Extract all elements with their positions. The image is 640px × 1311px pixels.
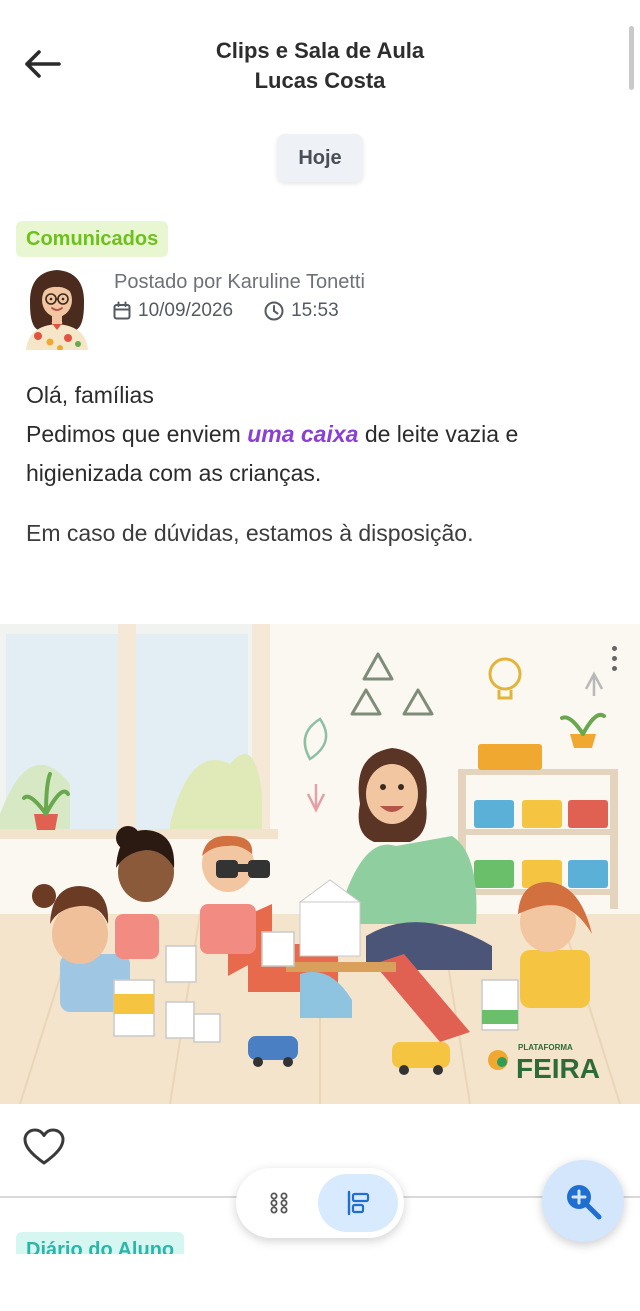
post-paragraph-2: Em caso de dúvidas, estamos à disposição… bbox=[26, 520, 474, 546]
dot bbox=[611, 655, 617, 661]
list-view-icon bbox=[347, 1190, 370, 1216]
title-line-2: Lucas Costa bbox=[254, 68, 386, 93]
clock-icon bbox=[264, 301, 284, 321]
post-date-value: 10/09/2026 bbox=[138, 300, 234, 321]
grid-view-button[interactable] bbox=[256, 1180, 302, 1226]
post-image[interactable]: PLATAFORMA FEIRA bbox=[0, 624, 640, 1104]
view-mode-toggle bbox=[236, 1168, 404, 1238]
image-logo-small: PLATAFORMA bbox=[518, 1043, 573, 1052]
post-body: Olá, famílias Pedimos que enviem uma cai… bbox=[26, 376, 616, 493]
post-time-value: 15:53 bbox=[291, 300, 339, 321]
post-date: 10/09/2026 bbox=[112, 300, 233, 322]
dot bbox=[611, 665, 617, 671]
like-button[interactable] bbox=[20, 1124, 68, 1170]
category-tag: Comunicados bbox=[16, 221, 169, 257]
page-title: Clips e Sala de Aula Lucas Costa bbox=[0, 36, 640, 96]
post-highlight: uma caixa bbox=[247, 421, 359, 447]
header: Clips e Sala de Aula Lucas Costa bbox=[0, 0, 640, 120]
grid-icon bbox=[270, 1192, 288, 1214]
post-time: 15:53 bbox=[263, 300, 339, 322]
image-logo-big: FEIRA bbox=[516, 1053, 600, 1084]
post-greeting: Olá, famílias bbox=[26, 382, 154, 408]
post-request-start: Pedimos que enviem bbox=[26, 421, 248, 447]
list-view-button[interactable] bbox=[318, 1174, 398, 1232]
post-meta: 10/09/2026 15:53 bbox=[112, 300, 369, 322]
title-line-1: Clips e Sala de Aula bbox=[215, 38, 425, 63]
zoom-button[interactable] bbox=[542, 1160, 624, 1242]
date-separator-chip: Hoje bbox=[277, 134, 363, 182]
dot bbox=[611, 645, 617, 651]
calendar-icon bbox=[113, 301, 131, 320]
zoom-in-icon bbox=[567, 1185, 602, 1220]
bottom-fade bbox=[0, 1254, 640, 1311]
image-more-options-button[interactable] bbox=[604, 640, 624, 676]
posted-by-text: Postado por Karuline Tonetti bbox=[114, 271, 365, 293]
heart-outline-icon bbox=[23, 1128, 65, 1165]
avatar bbox=[26, 270, 88, 350]
post-request: Pedimos que enviem uma caixa de leite va… bbox=[26, 415, 616, 493]
